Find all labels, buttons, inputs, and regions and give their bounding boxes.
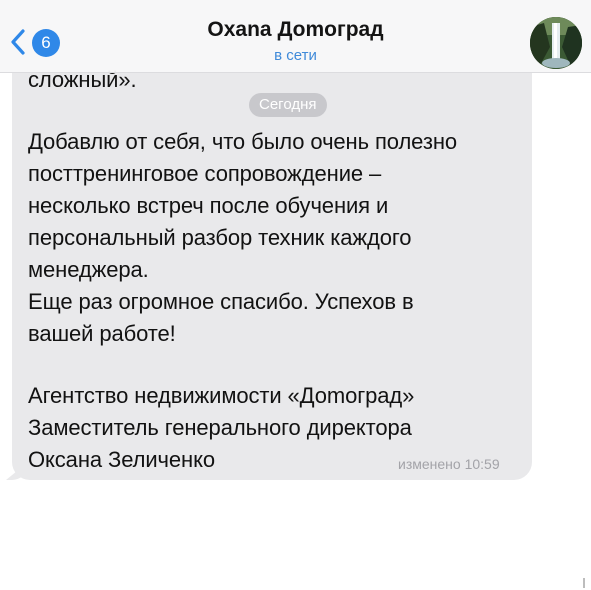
chat-header: 6 Охаnа Доmоград в сети bbox=[0, 0, 591, 73]
message-line: посттренинговое сопровождение – bbox=[28, 161, 382, 186]
message-line: Еще раз огромное спасибо. Успехов в bbox=[28, 289, 414, 314]
contact-name[interactable]: Охаnа Доmоград bbox=[0, 18, 591, 42]
message-line: несколько встреч после обучения и bbox=[28, 193, 389, 218]
message-line: персональный разбор техник каждого bbox=[28, 225, 412, 250]
message-line: менеджера. bbox=[28, 257, 149, 282]
edited-timestamp: изменено 10:59 bbox=[398, 456, 500, 472]
message-line: Агентство недвижимости «Доmоград» bbox=[28, 383, 415, 408]
message-line: вашей работе! bbox=[28, 321, 176, 346]
chat-screen: сложный». Сегодня Добавлю от себя, что б… bbox=[0, 0, 591, 590]
contact-status: в сети bbox=[274, 47, 317, 64]
contact-avatar[interactable] bbox=[530, 17, 582, 69]
message-line: Оксана Зеличенко bbox=[28, 447, 215, 472]
date-divider: Сегодня bbox=[249, 93, 327, 117]
waterfall-avatar bbox=[530, 17, 582, 69]
scroll-indicator bbox=[583, 578, 585, 588]
message-line: Заместитель генерального директора bbox=[28, 415, 412, 440]
message-line: Добавлю от себя, что было очень полезно bbox=[28, 129, 458, 154]
